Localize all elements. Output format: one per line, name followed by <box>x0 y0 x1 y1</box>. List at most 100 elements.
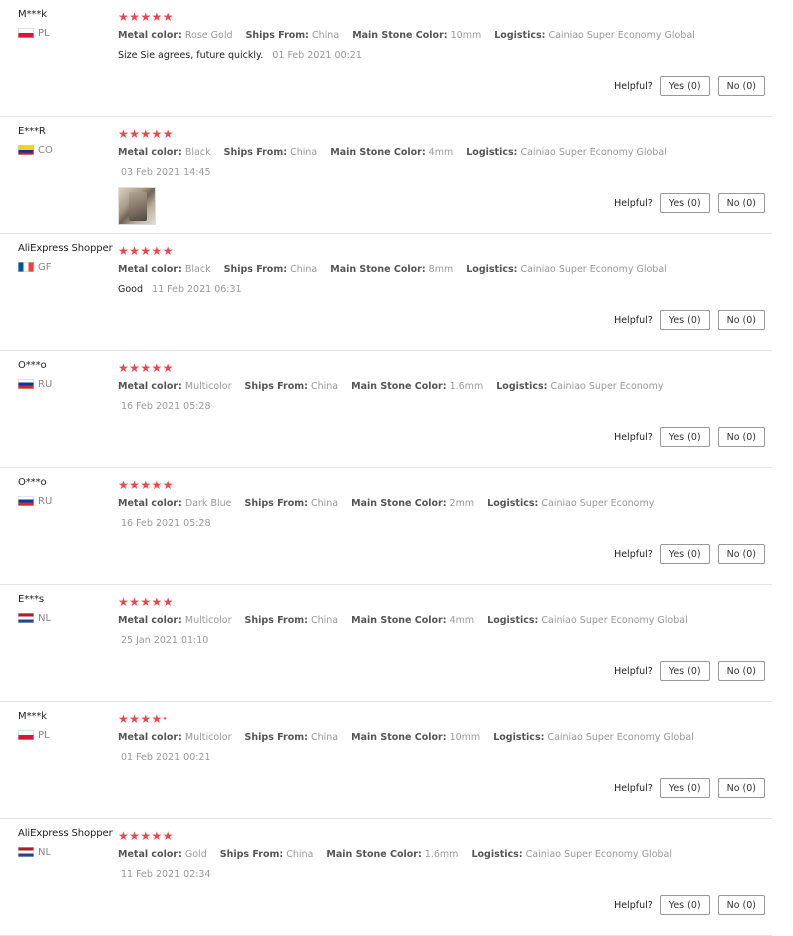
star-rating: ★★★★★ <box>118 127 174 141</box>
star-icon: ★ <box>140 10 152 24</box>
reviewer-name: M***k <box>18 9 47 20</box>
star-icon: ★ <box>129 478 141 492</box>
review-item: E***R CO ★★★★★ Metal color: Black Ships … <box>0 117 772 234</box>
main-stone-color-value: 2mm <box>449 498 475 509</box>
metal-color-label: Metal color: <box>118 732 182 743</box>
star-icon: ★ <box>151 361 163 375</box>
product-attributes: Metal color: Multicolor Ships From: Chin… <box>118 615 698 626</box>
helpful-label: Helpful? <box>614 80 653 92</box>
country-flag-icon <box>18 613 34 623</box>
product-attributes: Metal color: Gold Ships From: China Main… <box>118 849 682 860</box>
helpful-no-button[interactable]: No (0) <box>717 895 765 915</box>
review-date: 01 Feb 2021 00:21 <box>121 752 211 763</box>
star-icon: ★ <box>140 595 152 609</box>
helpful-no-button[interactable]: No (0) <box>717 661 765 681</box>
reviewer-country: CO <box>18 144 53 156</box>
ships-from-label: Ships From: <box>219 849 284 860</box>
star-rating: ★★★★★ <box>118 829 174 843</box>
review-body: 16 Feb 2021 05:28 <box>118 518 211 529</box>
reviewer-name: O***o <box>18 360 47 371</box>
helpful-label: Helpful? <box>614 782 653 794</box>
helpful-yes-button[interactable]: Yes (0) <box>659 76 710 96</box>
review-photo-thumbnail[interactable] <box>118 187 156 225</box>
photo-content <box>129 192 147 221</box>
ships-from-value: China <box>310 732 339 743</box>
reviewer-name: M***k <box>18 711 47 722</box>
star-rating: ★★★★★ <box>118 361 174 375</box>
star-icon: ★ <box>151 127 163 141</box>
star-icon: ★ <box>118 361 130 375</box>
reviewer-name: AliExpress Shopper <box>18 828 113 839</box>
reviewer-info: E***s NL <box>18 594 51 624</box>
ships-from-label: Ships From: <box>244 615 308 626</box>
star-icon: ★ <box>129 127 141 141</box>
main-stone-color-label: Main Stone Color: <box>351 732 447 743</box>
helpful-yes-button[interactable]: Yes (0) <box>659 310 710 330</box>
logistics-value: Cainiao Super Economy Global <box>525 849 673 860</box>
helpful-label: Helpful? <box>614 197 653 209</box>
metal-color-value: Multicolor <box>184 732 232 743</box>
metal-color-label: Metal color: <box>118 849 182 860</box>
reviewer-country: NL <box>18 846 113 858</box>
main-stone-color-label: Main Stone Color: <box>351 498 447 509</box>
ships-from-label: Ships From: <box>244 732 308 743</box>
reviewer-name: E***s <box>18 594 45 605</box>
helpful-yes-button[interactable]: Yes (0) <box>659 193 710 213</box>
helpful-yes-button[interactable]: Yes (0) <box>659 427 710 447</box>
reviewer-info: M***k PL <box>18 9 50 39</box>
helpful-no-button[interactable]: No (0) <box>717 778 765 798</box>
star-icon: ★ <box>129 829 141 843</box>
star-icon: ★ <box>162 244 174 258</box>
helpful-label: Helpful? <box>614 431 653 443</box>
helpful-no-button[interactable]: No (0) <box>717 76 765 96</box>
helpful-yes-button[interactable]: Yes (0) <box>659 895 710 915</box>
country-code: CO <box>38 144 53 156</box>
product-attributes: Metal color: Multicolor Ships From: Chin… <box>118 732 704 743</box>
review-body: Good 11 Feb 2021 06:31 <box>118 284 242 295</box>
review-date: 01 Feb 2021 00:21 <box>272 50 362 61</box>
country-flag-icon <box>18 847 34 857</box>
main-stone-color-value: 4mm <box>428 147 454 158</box>
ships-from-label: Ships From: <box>223 264 288 275</box>
main-stone-color-label: Main Stone Color: <box>351 615 447 626</box>
star-icon: ★ <box>140 478 152 492</box>
review-item: M***k PL ★★★★• Metal color: Multicolor S… <box>0 702 772 819</box>
reviewer-info: O***o RU <box>18 477 52 507</box>
ships-from-value: China <box>290 147 318 158</box>
logistics-label: Logistics: <box>487 615 539 626</box>
star-icon: ★ <box>151 10 163 24</box>
ships-from-value: China <box>310 381 339 392</box>
logistics-value: Cainiao Super Economy Global <box>541 615 688 626</box>
star-rating: ★★★★★ <box>118 244 174 258</box>
helpful-yes-button[interactable]: Yes (0) <box>659 661 710 681</box>
review-date: 03 Feb 2021 14:45 <box>121 167 211 178</box>
ships-from-value: China <box>310 615 339 626</box>
star-icon: ★ <box>118 10 130 24</box>
metal-color-label: Metal color: <box>118 147 182 158</box>
helpful-no-button[interactable]: No (0) <box>717 427 765 447</box>
helpful-yes-button[interactable]: Yes (0) <box>659 778 710 798</box>
helpful-yes-button[interactable]: Yes (0) <box>659 544 710 564</box>
metal-color-value: Gold <box>184 849 207 860</box>
review-body: 01 Feb 2021 00:21 <box>118 752 211 763</box>
product-attributes: Metal color: Multicolor Ships From: Chin… <box>118 381 673 392</box>
ships-from-value: China <box>310 498 339 509</box>
metal-color-value: Multicolor <box>184 615 232 626</box>
metal-color-label: Metal color: <box>118 264 182 275</box>
reviewer-name: E***R <box>18 126 46 137</box>
helpful-no-button[interactable]: No (0) <box>717 544 765 564</box>
review-date: 16 Feb 2021 05:28 <box>121 401 211 412</box>
review-body: Size Sie agrees, future quickly. 01 Feb … <box>118 50 362 61</box>
star-icon: ★ <box>140 244 152 258</box>
helpful-no-button[interactable]: No (0) <box>717 310 765 330</box>
reviewer-country: PL <box>18 729 50 741</box>
metal-color-value: Multicolor <box>184 381 232 392</box>
country-flag-icon <box>18 496 34 506</box>
logistics-value: Cainiao Super Economy Global <box>520 147 667 158</box>
star-icon: ★ <box>118 595 130 609</box>
helpful-no-button[interactable]: No (0) <box>717 193 765 213</box>
ships-from-label: Ships From: <box>244 381 308 392</box>
helpful-voting: Helpful? Yes (0) No (0) <box>614 661 765 681</box>
reviewer-info: AliExpress Shopper NL <box>18 828 113 858</box>
helpful-voting: Helpful? Yes (0) No (0) <box>614 427 765 447</box>
